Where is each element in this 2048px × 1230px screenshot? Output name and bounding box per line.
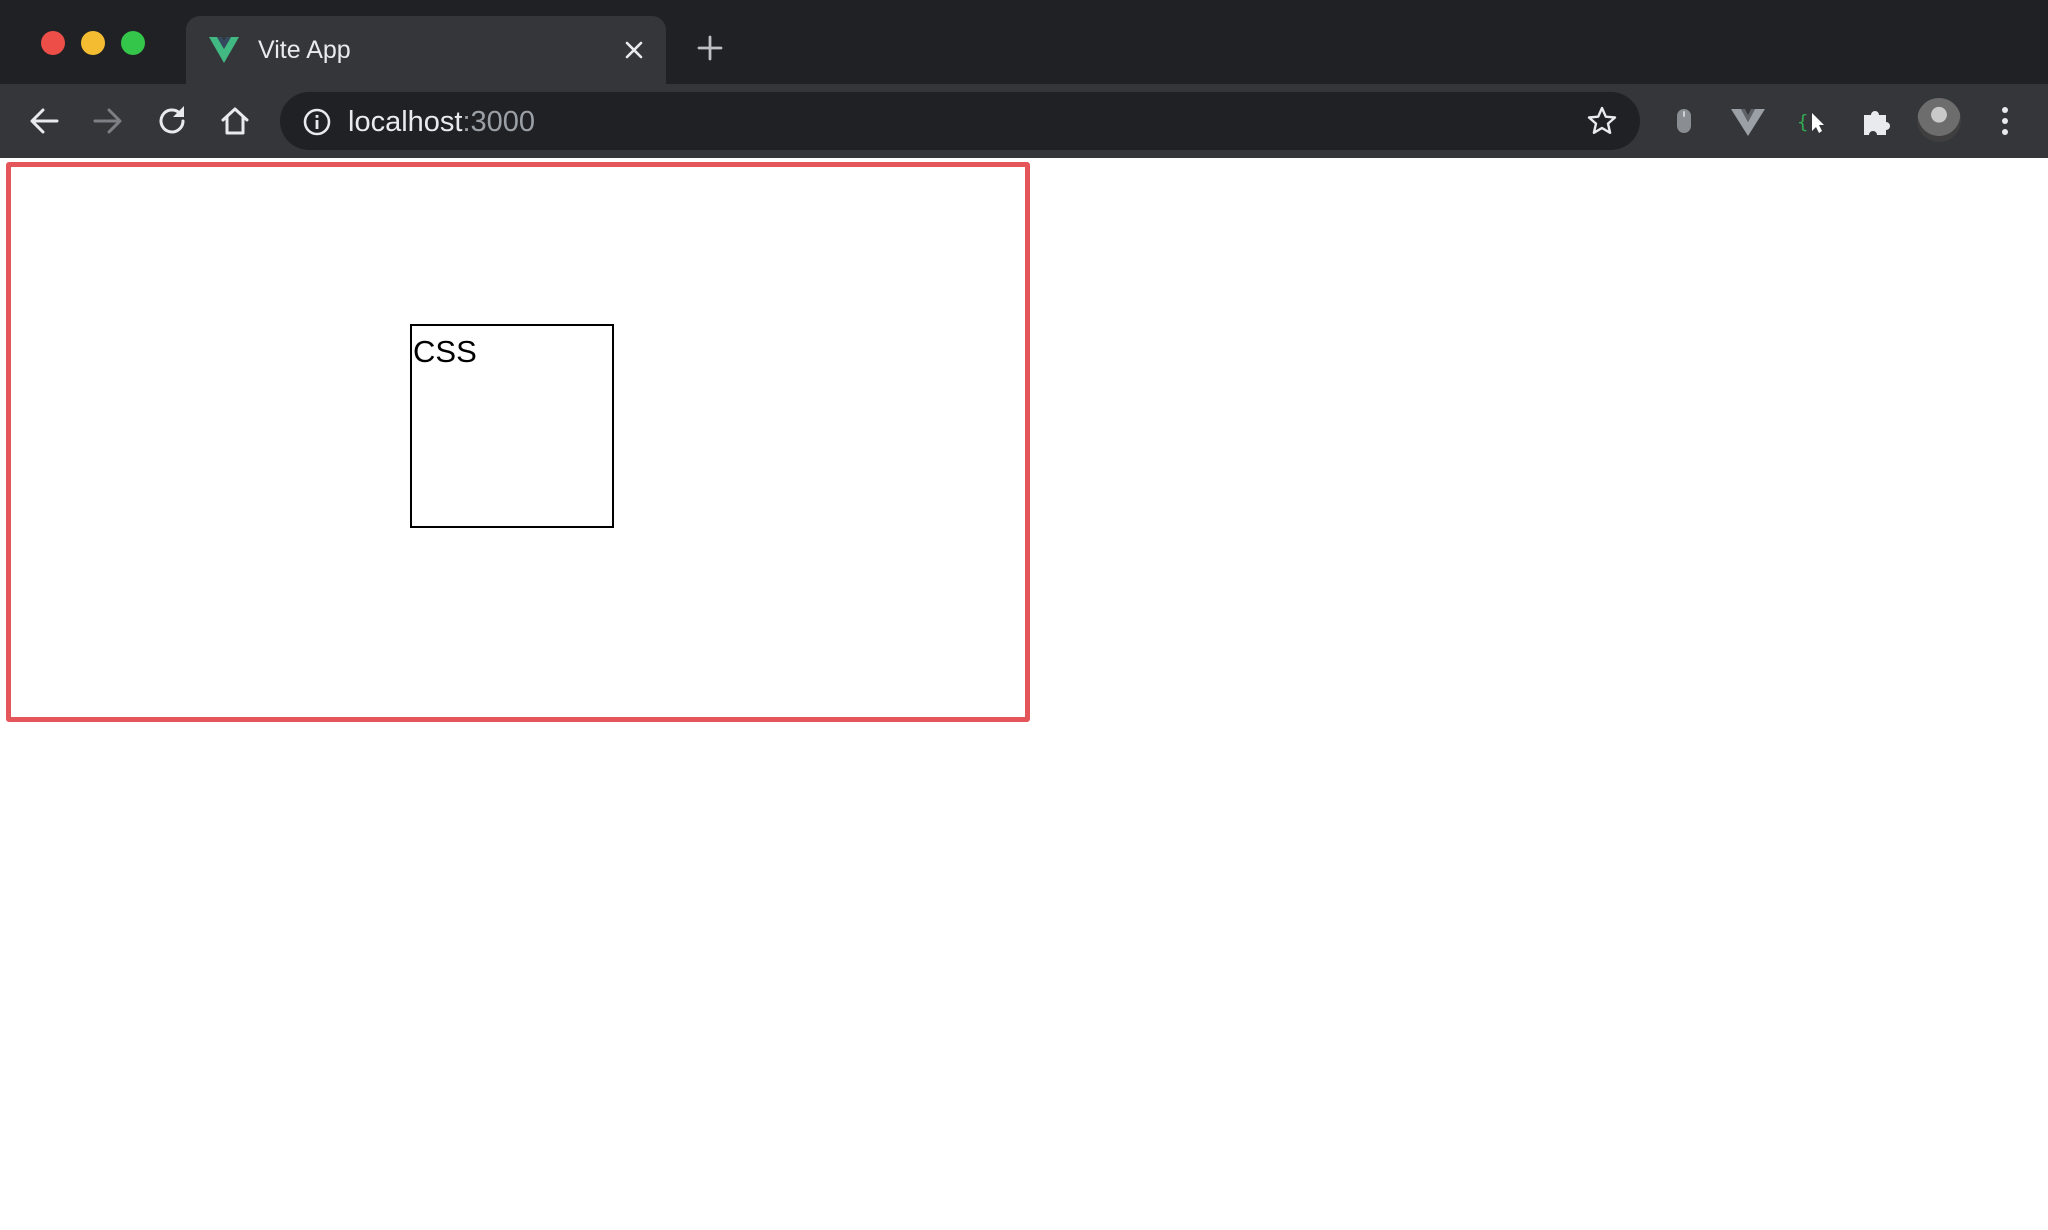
vue-logo-icon bbox=[209, 37, 239, 63]
vue-devtools-icon[interactable] bbox=[1728, 101, 1768, 141]
site-info-icon[interactable] bbox=[302, 107, 332, 137]
forward-arrow-icon[interactable] bbox=[89, 102, 127, 140]
maximize-window-button[interactable] bbox=[121, 31, 145, 55]
bookmark-star-icon[interactable] bbox=[1586, 105, 1618, 137]
close-tab-icon[interactable] bbox=[622, 38, 646, 62]
home-icon[interactable] bbox=[216, 102, 254, 140]
page-viewport: CSS bbox=[0, 158, 2048, 1230]
back-arrow-icon[interactable] bbox=[25, 102, 63, 140]
new-tab-icon[interactable] bbox=[694, 32, 726, 64]
reload-icon[interactable] bbox=[153, 102, 191, 140]
minimize-window-button[interactable] bbox=[81, 31, 105, 55]
tab-title: Vite App bbox=[258, 36, 351, 64]
browser-toolbar: localhost:3000 { bbox=[0, 84, 2048, 158]
url-host: localhost bbox=[348, 106, 463, 138]
css-box: CSS bbox=[410, 324, 614, 528]
url-port: :3000 bbox=[462, 106, 536, 138]
profile-avatar[interactable] bbox=[1917, 98, 1961, 142]
svg-text:{: { bbox=[1797, 111, 1808, 133]
extensions-puzzle-icon[interactable] bbox=[1856, 101, 1896, 141]
code-cursor-extension-icon[interactable]: { bbox=[1792, 101, 1832, 141]
tab-vite-app[interactable]: Vite App bbox=[186, 16, 666, 84]
url-text[interactable]: localhost:3000 bbox=[348, 105, 535, 139]
extension-mouse-icon[interactable] bbox=[1664, 101, 1704, 141]
tab-strip: Vite App bbox=[0, 0, 2048, 84]
close-window-button[interactable] bbox=[41, 31, 65, 55]
css-box-label: CSS bbox=[413, 334, 477, 369]
address-bar[interactable]: localhost:3000 bbox=[280, 92, 1640, 150]
browser-window: Vite App localhost:3000 {CSS bbox=[0, 0, 2048, 1230]
more-menu-icon[interactable] bbox=[1990, 102, 2020, 140]
